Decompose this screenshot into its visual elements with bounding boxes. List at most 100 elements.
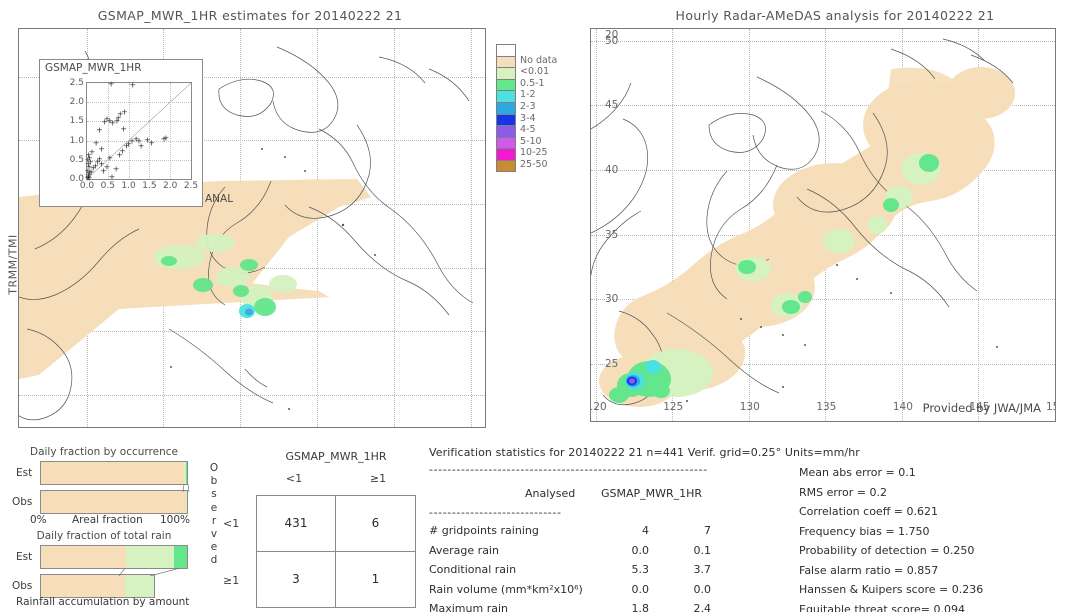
colorbar-swatch: [496, 113, 516, 126]
scatter-point: +: [107, 79, 115, 89]
scatter-y-tick: 2.0: [69, 97, 84, 108]
scatter-point: +: [106, 153, 114, 163]
verification-value-analysed: 4: [642, 524, 649, 537]
left-map-panel[interactable]: GSMAP_MWR_1HR + + + + + + + + + + + + + + + + + + + + + + + + + +…: [18, 28, 486, 428]
colorbar-label: 3-4: [520, 112, 536, 124]
observed-label-letter: e: [210, 541, 218, 554]
bar-occurrence-obs: [40, 490, 188, 514]
bar-axis-max-label: 100%: [160, 514, 191, 526]
contingency-cell: 1: [371, 572, 380, 587]
verification-score: RMS error = 0.2: [799, 485, 887, 499]
colorbar-swatch: [496, 148, 516, 160]
colorbar-entry[interactable]: 0.5-1: [496, 78, 545, 91]
verification-score: Frequency bias = 1.750: [799, 524, 930, 538]
scatter-point: +: [88, 147, 96, 157]
right-panel-title: Hourly Radar-AMeDAS analysis for 2014022…: [675, 8, 995, 23]
contingency-col-header-lt1: <1: [285, 472, 303, 485]
contingency-cell: 3: [257, 551, 336, 607]
scatter-x-tick: 0.0: [79, 181, 95, 191]
screenshot-root: GSMAP_MWR_1HR estimates for 20140222 21: [0, 0, 1080, 612]
colorbar-legend[interactable]: No data <0.01 0.5-1 1-2 2-3 3-4 4-5 5-10 10-25 25…: [496, 44, 557, 172]
bar-row-label-obs: Obs: [12, 496, 33, 508]
verification-header: Verification statistics for 20140222 21 …: [429, 446, 860, 459]
colorbar-swatch: [496, 125, 516, 137]
bar-chart-occurrence-title: Daily fraction by occurrence: [30, 446, 178, 458]
lon-tick-label: 140: [892, 401, 913, 413]
verification-value-analysed: 5.3: [631, 563, 650, 576]
lat-tick-label: 40: [605, 164, 619, 177]
colorbar-entry[interactable]: <0.01: [496, 66, 549, 79]
colorbar-swatch: [496, 78, 516, 91]
colorbar-entry[interactable]: No data: [496, 55, 557, 68]
bar-total-rain-leader-lines: [118, 568, 181, 576]
lat-tick-label: 25: [605, 358, 619, 371]
colorbar-swatch: [496, 101, 516, 114]
lat-tick-label: 35: [605, 228, 619, 241]
contingency-row-header-ge1: ≥1: [223, 574, 240, 587]
verification-row-label: Conditional rain: [429, 563, 517, 576]
left-panel-title: GSMAP_MWR_1HR estimates for 20140222 21: [97, 8, 403, 23]
lat-tick-label: 45: [605, 99, 619, 112]
verification-col-analysed: Analysed: [525, 487, 576, 500]
verification-score: False alarm ratio = 0.857: [799, 563, 939, 577]
colorbar-entry[interactable]: 10-25: [496, 147, 548, 160]
bar-row-label-est: Est: [16, 467, 33, 479]
colorbar-entry[interactable]: [496, 44, 516, 56]
colorbar-entry[interactable]: 25-50: [496, 159, 548, 172]
bar-total-rain-est: [40, 545, 188, 569]
lat-tick-label: 30: [605, 293, 619, 306]
verification-row-label: Average rain: [429, 543, 499, 557]
scatter-y-tick: 1.5: [69, 116, 84, 127]
observed-label-letter: b: [210, 475, 218, 488]
colorbar-swatch: [496, 55, 516, 68]
bar-axis-min-label: 0%: [30, 514, 47, 526]
scatter-x-tick: 0.5: [100, 181, 115, 191]
bar-segment: [185, 462, 187, 484]
lon-tick-label: 135: [816, 401, 837, 413]
colorbar-entry[interactable]: 5-10: [496, 136, 542, 149]
bar-segment: [185, 491, 187, 513]
attribution-text: Provided by JWA/JMA: [922, 401, 1041, 415]
scatter-point: +: [96, 125, 103, 135]
colorbar-label: 10-25: [520, 147, 548, 159]
colorbar-label: 25-50: [520, 158, 548, 170]
scatter-y-tick: 1.0: [69, 135, 84, 146]
bar-occurrence-est: [40, 461, 188, 485]
lon-tick-label: 130: [739, 401, 760, 413]
bar-segment: [41, 575, 126, 597]
scatter-plot-box[interactable]: + + + + + + + + + + + + + + + + + + + + + + + + + + + + + + + + + + + + + + + +…: [70, 78, 198, 191]
scatter-point: +: [137, 141, 145, 151]
scatter-inset[interactable]: GSMAP_MWR_1HR + + + + + + + + + + + + + + + + + + + + + + + + + +…: [39, 59, 203, 207]
colorbar-label: 4-5: [520, 124, 536, 136]
scatter-point: +: [92, 138, 100, 148]
colorbar-entry[interactable]: 3-4: [496, 113, 536, 126]
verification-value-analysed: 0.0: [631, 543, 650, 557]
contingency-cell: 6: [336, 496, 415, 552]
scatter-point: +: [148, 138, 155, 148]
bar-occurrence-leader-line: [182, 484, 190, 492]
scatter-x-axis-label: ANAL: [205, 193, 234, 205]
bar-segment: [173, 546, 187, 568]
bar-segment: [125, 575, 154, 597]
colorbar-entry[interactable]: 4-5: [496, 124, 536, 137]
colorbar-entry[interactable]: 1-2: [496, 89, 536, 102]
scatter-point: +: [112, 164, 120, 174]
right-map-precip: [609, 153, 941, 403]
verification-value-model: 3.7: [693, 563, 712, 576]
verification-col-model: GSMAP_MWR_1HR: [601, 487, 703, 500]
scatter-x-tick: 2.0: [163, 181, 178, 191]
scatter-x-tick: 1.5: [142, 181, 157, 191]
bar-segment: [41, 491, 186, 513]
scatter-y-tick: 2.5: [69, 78, 84, 88]
left-panel-y-axis-label: TRMM/TMI: [6, 234, 20, 295]
verification-value-model: 0.1: [693, 543, 712, 557]
colorbar-entry[interactable]: 2-3: [496, 101, 536, 114]
colorbar-label: No data: [520, 54, 558, 66]
scatter-point: +: [162, 133, 170, 143]
scatter-x-tick: 1.0: [121, 181, 136, 191]
contingency-observed-axis-label: Observed: [207, 462, 221, 568]
verification-score: Correlation coeff = 0.621: [799, 505, 938, 518]
right-map-panel[interactable]: 50454035302520 120125130135140145150 Pro…: [590, 28, 1056, 422]
scatter-y-tick: 0.5: [69, 154, 84, 165]
verification-row-label: Maximum rain: [429, 602, 508, 612]
